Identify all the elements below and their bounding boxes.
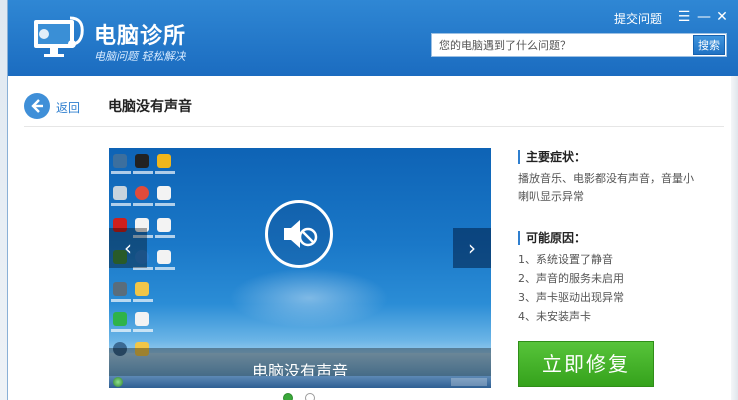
menu-icon[interactable]: ☰ <box>676 8 692 26</box>
search-box: 搜索 <box>431 33 727 57</box>
desktop-icon-label <box>155 267 175 270</box>
desktop-icon-label <box>111 171 131 174</box>
desktop-icon-label <box>133 203 153 206</box>
app-header: 电脑诊所 电脑问题 轻松解决 提交问题 ☰ — ✕ 搜索 <box>8 0 738 76</box>
desktop-icon-label <box>111 299 131 302</box>
desktop-icon-label <box>133 299 153 302</box>
slide-dot[interactable] <box>305 393 315 400</box>
taskbar <box>109 376 491 388</box>
file-desktop-icon <box>157 218 171 232</box>
prev-slide-button[interactable]: ‹ <box>109 228 147 268</box>
recycle-bin-desktop-icon <box>113 186 127 200</box>
back-button[interactable] <box>24 93 50 119</box>
next-slide-button[interactable]: › <box>453 228 491 268</box>
window-edge <box>731 76 738 400</box>
system-tray <box>451 378 487 386</box>
qq-desktop-icon <box>135 154 149 168</box>
file-desktop-icon <box>135 312 149 326</box>
folder-desktop-icon <box>135 282 149 296</box>
divider <box>24 126 724 127</box>
app-subtitle: 电脑问题 轻松解决 <box>94 50 186 63</box>
wallpaper-glow <box>229 268 389 328</box>
slide-dot[interactable] <box>283 393 293 400</box>
desktop-icon-label <box>133 329 153 332</box>
fix-now-button[interactable]: 立即修复 <box>518 341 654 387</box>
cause-item: 2、声音的服务未启用 <box>518 272 624 285</box>
app-desktop-icon <box>113 282 127 296</box>
monitor-stethoscope-icon <box>30 14 88 62</box>
causes-heading: 可能原因： <box>518 231 586 245</box>
chrome-desktop-icon <box>135 186 149 200</box>
cause-item: 4、未安装声卡 <box>518 310 591 323</box>
file-desktop-icon <box>157 186 171 200</box>
close-icon[interactable]: ✕ <box>714 8 730 26</box>
symptoms-heading: 主要症状： <box>518 150 586 164</box>
minimize-icon[interactable]: — <box>696 8 712 26</box>
submit-question-link[interactable]: 提交问题 <box>614 10 662 27</box>
cause-item: 3、声卡驱动出现异常 <box>518 291 624 304</box>
desktop-icon-label <box>133 171 153 174</box>
search-input[interactable] <box>432 34 684 56</box>
symptoms-text: 播放音乐、电影都没有声音，音量小喇叭显示异常 <box>518 172 694 203</box>
desktop-icon-label <box>111 203 131 206</box>
desktop-icon-label <box>155 235 175 238</box>
start-orb-icon <box>113 377 123 387</box>
back-label[interactable]: 返回 <box>56 99 80 116</box>
mute-speaker-icon <box>265 200 333 268</box>
computer-desktop-icon <box>113 154 127 168</box>
cause-item: 1、系统设置了静音 <box>518 253 613 266</box>
desktop-icon-label <box>155 171 175 174</box>
desktop-icon-label <box>155 203 175 206</box>
desktop-icon-label <box>111 329 131 332</box>
arrow-left-icon <box>31 99 43 113</box>
search-button[interactable]: 搜索 <box>693 35 725 55</box>
shield-desktop-icon <box>157 154 171 168</box>
page-title: 电脑没有声音 <box>108 99 192 115</box>
player-desktop-icon <box>113 312 127 326</box>
app-window: 电脑诊所 电脑问题 轻松解决 提交问题 ☰ — ✕ 搜索 返回 电脑没有声音 <box>7 0 738 400</box>
file-desktop-icon <box>157 250 171 264</box>
app-title: 电脑诊所 <box>94 24 187 49</box>
causes-list: 1、系统设置了静音 2、声音的服务未启用 3、声卡驱动出现异常 4、未安装声卡 <box>518 250 708 326</box>
screenshot-slide: 电脑没有声音 ‹ › <box>109 148 491 388</box>
